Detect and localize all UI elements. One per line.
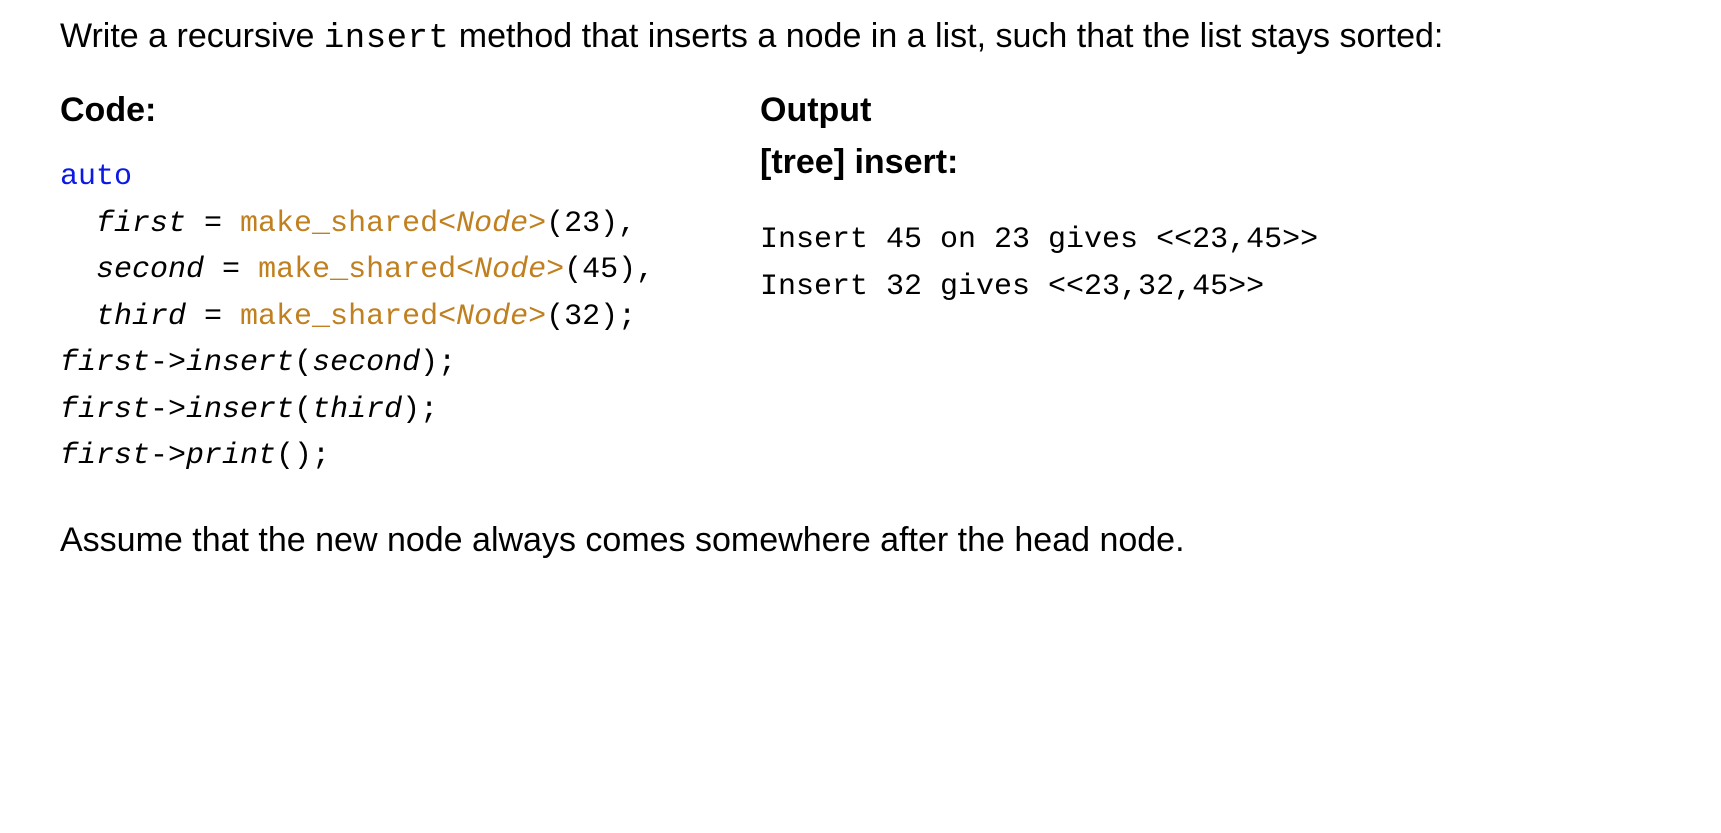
l7-rest: (); bbox=[276, 439, 330, 473]
ms-post-3: > bbox=[528, 300, 546, 334]
arg-third: (32); bbox=[546, 300, 636, 334]
ident-third: third bbox=[96, 300, 186, 334]
arg-second: (45), bbox=[564, 253, 654, 287]
tparam-1: Node bbox=[456, 207, 528, 241]
ident-second: second bbox=[96, 253, 204, 287]
code-block: auto first = make_shared<Node>(23), seco… bbox=[60, 154, 700, 480]
code-heading: Code: bbox=[60, 84, 700, 137]
ms-pre-1: make_shared< bbox=[240, 207, 456, 241]
l6-insert: insert bbox=[186, 393, 294, 427]
ms-post-2: > bbox=[546, 253, 564, 287]
l6-close: ); bbox=[402, 393, 438, 427]
eq2: = bbox=[204, 253, 258, 287]
l5-close: ); bbox=[420, 346, 456, 380]
eq1: = bbox=[186, 207, 240, 241]
ms-post-1: > bbox=[528, 207, 546, 241]
two-column-layout: Code: auto first = make_shared<Node>(23)… bbox=[60, 84, 1661, 480]
output-heading-line1: Output bbox=[760, 84, 1661, 137]
l6-first: first bbox=[60, 393, 150, 427]
l7-first: first bbox=[60, 439, 150, 473]
intro-text-2: method that inserts a node in a list, su… bbox=[449, 17, 1443, 55]
code-column: Code: auto first = make_shared<Node>(23)… bbox=[60, 84, 700, 480]
l5-insert: insert bbox=[186, 346, 294, 380]
arg-first: (23), bbox=[546, 207, 636, 241]
call-make-shared-3: make_shared<Node> bbox=[240, 300, 546, 334]
ms-pre-3: make_shared< bbox=[240, 300, 456, 334]
output-line-1: Insert 45 on 23 gives <<23,45>> bbox=[760, 223, 1318, 257]
l6-third: third bbox=[312, 393, 402, 427]
eq3: = bbox=[186, 300, 240, 334]
l5-open: ( bbox=[294, 346, 312, 380]
output-block: Insert 45 on 23 gives <<23,45>> Insert 3… bbox=[760, 217, 1661, 310]
tparam-2: Node bbox=[474, 253, 546, 287]
tparam-3: Node bbox=[456, 300, 528, 334]
intro-code-word: insert bbox=[324, 20, 449, 58]
l7-print: print bbox=[186, 439, 276, 473]
ms-pre-2: make_shared< bbox=[258, 253, 474, 287]
l5-first: first bbox=[60, 346, 150, 380]
footer-paragraph: Assume that the new node always comes so… bbox=[60, 514, 1661, 567]
l7-arrow: -> bbox=[150, 439, 186, 473]
l5-arrow: -> bbox=[150, 346, 186, 380]
call-make-shared-1: make_shared<Node> bbox=[240, 207, 546, 241]
l5-second: second bbox=[312, 346, 420, 380]
intro-paragraph: Write a recursive insert method that ins… bbox=[60, 10, 1661, 66]
intro-text-1: Write a recursive bbox=[60, 17, 324, 55]
output-heading-line2: [tree] insert: bbox=[760, 136, 1661, 189]
call-make-shared-2: make_shared<Node> bbox=[258, 253, 564, 287]
ident-first: first bbox=[96, 207, 186, 241]
l6-arrow: -> bbox=[150, 393, 186, 427]
keyword-auto: auto bbox=[60, 160, 132, 194]
output-column: Output [tree] insert: Insert 45 on 23 gi… bbox=[760, 84, 1661, 310]
l6-open: ( bbox=[294, 393, 312, 427]
output-line-2: Insert 32 gives <<23,32,45>> bbox=[760, 270, 1264, 304]
